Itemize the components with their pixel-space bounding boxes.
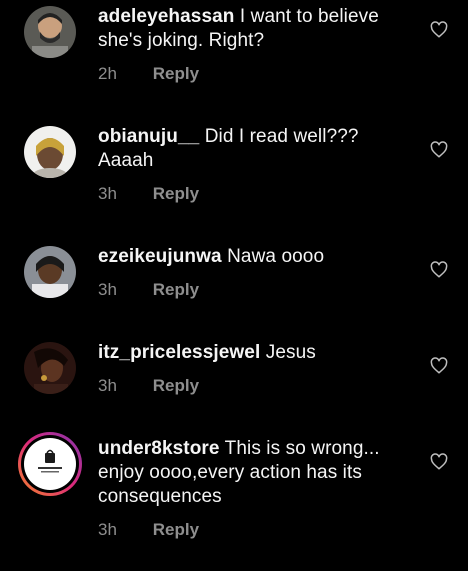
heart-outline-icon[interactable] — [430, 357, 448, 375]
avatar[interactable] — [24, 246, 76, 298]
avatar — [24, 438, 76, 490]
comment-text: obianuju__ Did I read well??? Aaaah — [98, 125, 416, 173]
comment-meta: 3h Reply — [98, 280, 199, 300]
comment-body: Jesus — [265, 342, 316, 363]
comment-text: adeleyehassan I want to believe she's jo… — [98, 5, 416, 53]
comment-username[interactable]: ezeikeujunwa — [98, 246, 222, 267]
avatar[interactable] — [24, 342, 76, 394]
heart-outline-icon[interactable] — [430, 453, 448, 471]
comment-meta: 3h Reply — [98, 184, 199, 204]
comment-timestamp: 3h — [98, 376, 117, 395]
store-logo-icon — [38, 449, 62, 473]
comment-text: under8kstore This is so wrong... enjoy o… — [98, 437, 416, 509]
comment-username[interactable]: adeleyehassan — [98, 6, 235, 27]
reply-button[interactable]: Reply — [153, 64, 199, 83]
story-ring[interactable] — [18, 432, 82, 496]
comment-username[interactable]: under8kstore — [98, 438, 220, 459]
comment-username[interactable]: obianuju__ — [98, 126, 199, 147]
comment-meta: 2h Reply — [98, 64, 199, 84]
avatar[interactable] — [24, 6, 76, 58]
avatar[interactable] — [24, 126, 76, 178]
heart-outline-icon[interactable] — [430, 261, 448, 279]
comment-text: ezeikeujunwa Nawa oooo — [98, 245, 416, 269]
comment-timestamp: 3h — [98, 280, 117, 299]
reply-button[interactable]: Reply — [153, 280, 199, 299]
comment-meta: 3h Reply — [98, 520, 199, 540]
reply-button[interactable]: Reply — [153, 376, 199, 395]
comment-text: itz_pricelessjewel Jesus — [98, 341, 416, 365]
comment-timestamp: 2h — [98, 64, 117, 83]
comment-timestamp: 3h — [98, 184, 117, 203]
comment-body: Nawa oooo — [227, 246, 325, 267]
comment-meta: 3h Reply — [98, 376, 199, 396]
reply-button[interactable]: Reply — [153, 184, 199, 203]
heart-outline-icon[interactable] — [430, 21, 448, 39]
heart-outline-icon[interactable] — [430, 141, 448, 159]
reply-button[interactable]: Reply — [153, 520, 199, 539]
comment-timestamp: 3h — [98, 520, 117, 539]
comment-username[interactable]: itz_pricelessjewel — [98, 342, 260, 363]
